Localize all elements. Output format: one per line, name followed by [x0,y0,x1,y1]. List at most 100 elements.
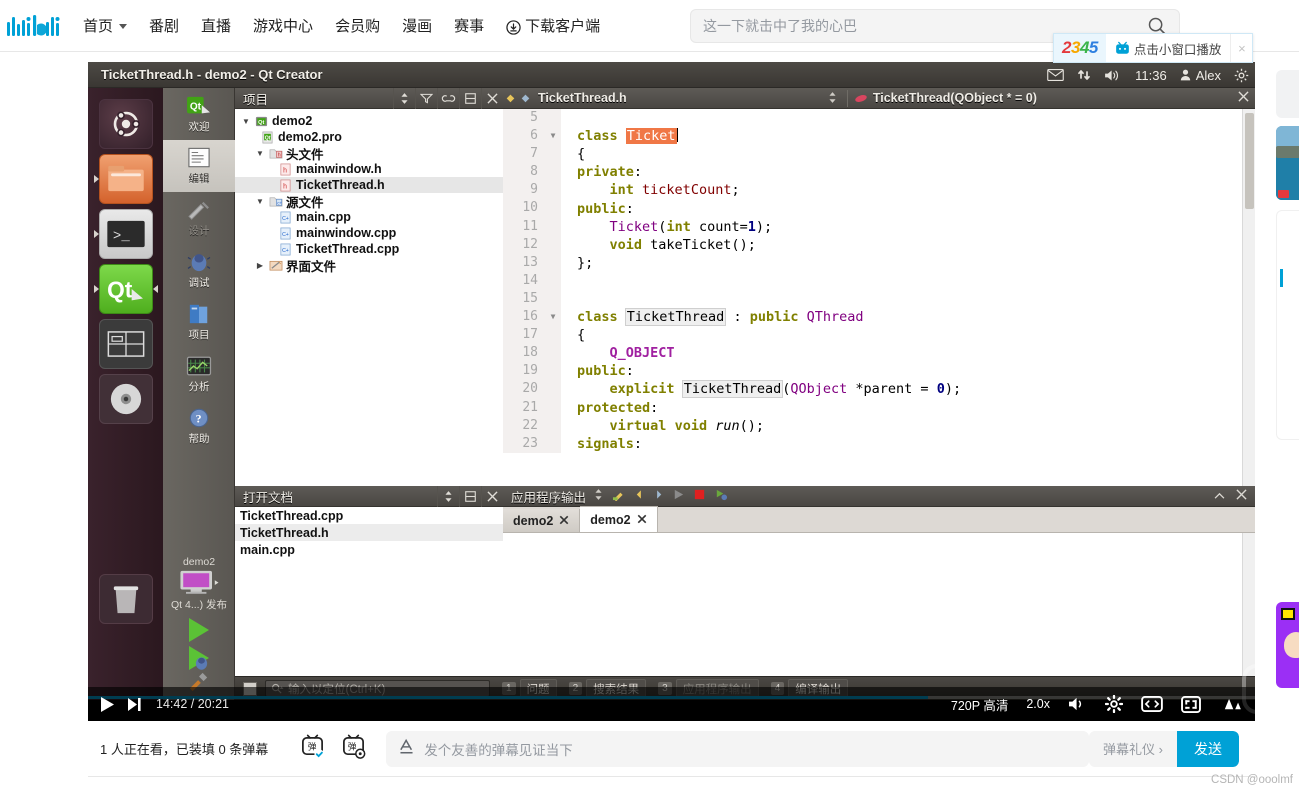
fold-marker[interactable]: ▼ [545,308,561,327]
danmaku-settings-icon[interactable] [1219,696,1241,713]
play-icon[interactable] [98,695,116,714]
twisty-icon[interactable]: ▶ [255,261,265,270]
scrollbar-thumb[interactable] [1245,113,1254,209]
mail-icon[interactable] [1047,69,1064,81]
editor-close-icon[interactable] [1238,91,1249,105]
nav-item-vipshop[interactable]: 会员购 [324,11,391,40]
twisty-icon[interactable]: ▼ [241,117,251,126]
tree-item-demo2[interactable]: ▼ Qt demo2 [235,113,503,129]
sidebar-list-card[interactable] [1276,210,1299,440]
mode-help[interactable]: ? 帮助 [163,400,235,452]
danmaku-config-icon[interactable]: 弹 [341,734,366,764]
close-icon[interactable] [559,514,569,528]
danmaku-etiquette-link[interactable]: 弹幕礼仪 › [1089,739,1177,758]
split-icon[interactable] [459,485,481,507]
tree-item-ticketthread-cpp[interactable]: C+ TicketThread.cpp [235,241,503,257]
danmaku-on-icon[interactable]: 弹 [300,734,325,764]
filter-icon[interactable] [415,87,437,109]
tree-item-demo2-pro[interactable]: Qt demo2.pro [235,129,503,145]
tree-item-mainwindow-h[interactable]: h mainwindow.h [235,161,503,177]
close-icon[interactable] [481,87,503,109]
nav-item-esports[interactable]: 赛事 [443,11,495,40]
nav-item-manga[interactable]: 漫画 [391,11,443,40]
next-icon[interactable] [126,696,142,713]
tree-item-ui-folder[interactable]: ▶ 界面文件 [235,257,503,274]
fold-marker[interactable] [545,362,561,381]
open-doc-item[interactable]: main.cpp [235,541,503,558]
next-item-icon[interactable] [653,489,664,503]
video-player[interactable]: TicketThread.h - demo2 - Qt Creator 11:3… [88,62,1255,721]
close-icon[interactable] [481,485,503,507]
fold-marker[interactable] [545,199,561,218]
sidebar-video-thumbnail[interactable] [1276,126,1299,200]
stop-output-icon[interactable] [693,488,706,504]
twisty-icon[interactable]: ▼ [255,149,265,158]
clock[interactable]: 11:36 [1135,68,1167,83]
fold-marker[interactable] [545,326,561,345]
close-icon[interactable]: × [1230,34,1252,62]
fold-marker[interactable] [545,398,561,417]
mode-design[interactable]: 设计 [163,192,235,244]
symbol-selector[interactable]: TicketThread(QObject * = 0) [854,91,1037,105]
terminal-icon[interactable]: >_ [93,209,153,259]
fold-marker[interactable] [545,271,561,290]
fold-marker[interactable] [545,416,561,435]
fold-marker[interactable] [545,145,561,164]
output-tab[interactable]: demo2 [503,509,581,532]
user-menu[interactable]: Alex [1180,68,1221,83]
gear-icon[interactable] [1234,68,1249,83]
prev-item-icon[interactable] [634,489,645,503]
mode-debug[interactable]: 调试 [163,244,235,296]
ubuntu-dash-icon[interactable] [98,99,153,149]
disc-drive-icon[interactable] [98,374,153,424]
float-mini-player-badge[interactable]: 2345 点击小窗口播放 × [1053,33,1254,63]
files-icon[interactable] [93,154,153,204]
mode-projects[interactable]: 项目 [163,296,235,348]
fold-marker[interactable] [545,217,561,236]
workspace-switcher-icon[interactable] [98,319,153,369]
code-text-area[interactable]: 5 6 ▼ class Ticket 7{ 8 private: 9 int tick… [503,109,1255,486]
file-combo-chevron-icon[interactable] [828,91,837,105]
output-combo-chevron-icon[interactable] [594,488,603,504]
network-icon[interactable] [1077,68,1091,82]
fold-marker[interactable] [545,434,561,453]
back-nav-icon[interactable]: ◆ [503,93,518,104]
fold-marker[interactable] [545,289,561,309]
trash-icon[interactable] [98,574,153,624]
sidebar-promo-card[interactable] [1276,602,1299,688]
fold-marker[interactable] [545,163,561,182]
nav-item-download-client[interactable]: 下载客户端 [495,11,611,40]
quality-selector[interactable]: 720P 高清 [951,695,1008,714]
mode-analyze[interactable]: 分析 [163,348,235,400]
nav-item-live[interactable]: 直播 [190,11,242,40]
search-input[interactable] [703,18,1147,34]
twisty-icon[interactable]: ▼ [255,197,265,206]
attach-debugger-icon[interactable] [714,488,728,504]
close-icon[interactable] [637,513,647,527]
bilibili-logo[interactable] [6,10,66,42]
minimize-pane-icon[interactable] [1214,489,1225,503]
editor-scrollbar[interactable] [1242,109,1255,486]
link-icon[interactable] [437,87,459,109]
panel-combo-chevron-icon[interactable] [437,485,459,507]
nav-item-bangumi[interactable]: 番剧 [138,11,190,40]
volume-icon[interactable] [1104,69,1122,82]
tree-item-main-cpp[interactable]: C+ main.cpp [235,209,503,225]
fold-marker[interactable] [545,253,561,272]
tree-item-headers-folder[interactable]: ▼ h 头文件 [235,145,503,162]
tree-item-sources-folder[interactable]: ▼ c+ 源文件 [235,193,503,210]
tree-item-ticketthread-h[interactable]: h TicketThread.h [235,177,503,193]
fullscreen-icon[interactable] [1181,695,1201,713]
mode-welcome[interactable]: Qt 欢迎 [163,88,235,140]
forward-nav-icon[interactable]: ◆ [518,93,533,104]
widescreen-icon[interactable] [1141,696,1163,712]
kit-monitor-icon[interactable] [177,570,221,596]
mode-edit[interactable]: 编辑 [163,140,235,192]
fold-marker[interactable] [545,109,561,128]
split-icon[interactable] [459,87,481,109]
send-button[interactable]: 发送 [1177,730,1239,767]
close-pane-icon[interactable] [1236,489,1247,503]
output-text[interactable] [503,533,1255,700]
run-button[interactable] [189,618,209,642]
nav-item-gamecenter[interactable]: 游戏中心 [242,11,324,40]
